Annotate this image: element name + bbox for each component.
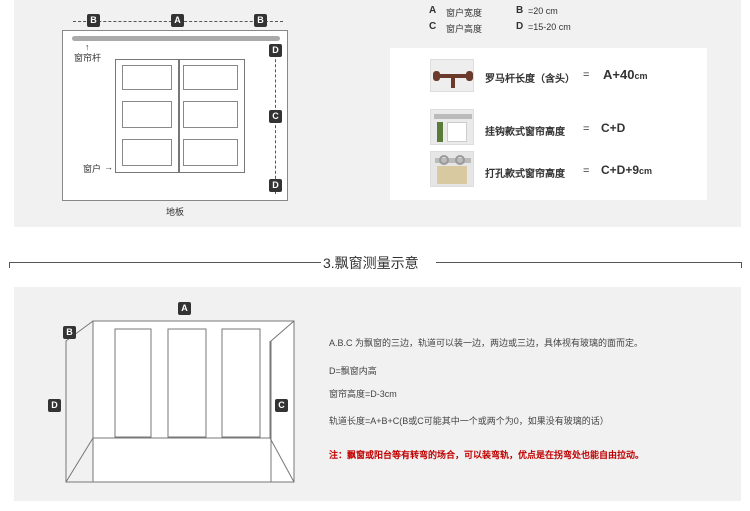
bay-label-d: D: [48, 399, 61, 412]
bay-note-1: A.B.C 为飘窗的三边，轨道可以装一边，两边或三边，具体视有玻璃的面而定。: [329, 338, 644, 348]
bay-note-3: 窗帘高度=D-3cm: [329, 389, 397, 399]
bay-note-2: D=飘窗内高: [329, 366, 377, 376]
bay-label-a: A: [178, 302, 191, 315]
bay-window-diagram: [65, 320, 295, 483]
bay-label-b: B: [63, 326, 76, 339]
bay-note-4: 轨道长度=A+B+C(B或C可能其中一个或两个为0，如果没有玻璃的话）: [329, 416, 609, 426]
bay-warning: 注：飘窗或阳台等有转弯的场合，可以装弯轨，优点是在拐弯处也能自由拉动。: [329, 450, 645, 460]
bay-label-c: C: [275, 399, 288, 412]
